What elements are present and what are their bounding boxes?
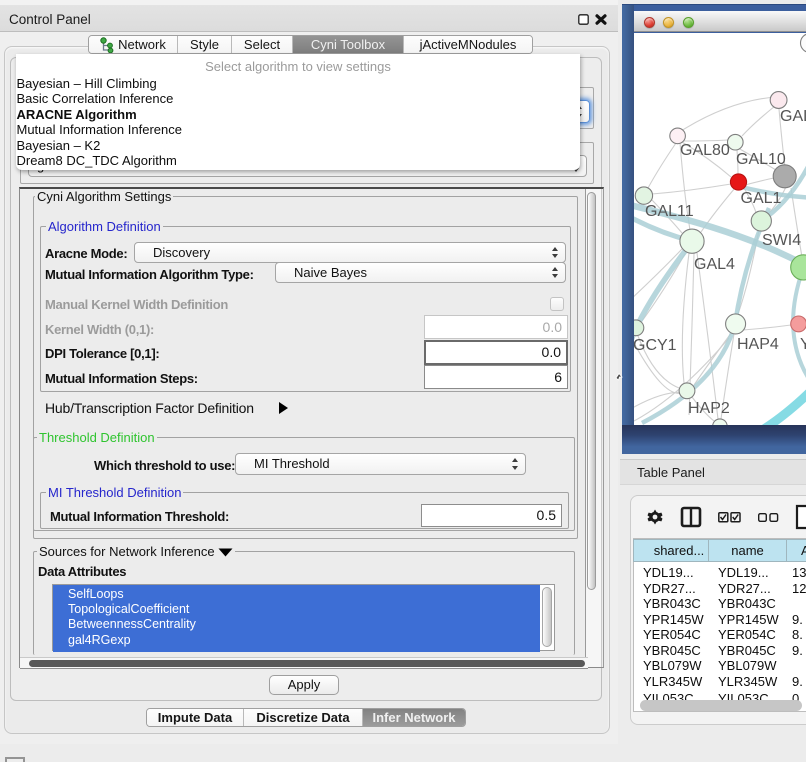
svg-text:GAL7: GAL7 <box>780 108 806 125</box>
svg-text:YJ: YJ <box>800 336 806 353</box>
svg-text:HAP2: HAP2 <box>688 400 730 417</box>
svg-text:SWI4: SWI4 <box>762 232 801 249</box>
svg-text:GAL10: GAL10 <box>736 151 786 168</box>
svg-text:GCY1: GCY1 <box>634 337 677 354</box>
svg-text:GAL11: GAL11 <box>645 203 694 220</box>
svg-text:HAP4: HAP4 <box>737 336 779 353</box>
svg-text:GAL4: GAL4 <box>694 256 735 273</box>
svg-text:GAL80: GAL80 <box>680 142 730 159</box>
svg-text:GAL1: GAL1 <box>741 190 782 207</box>
